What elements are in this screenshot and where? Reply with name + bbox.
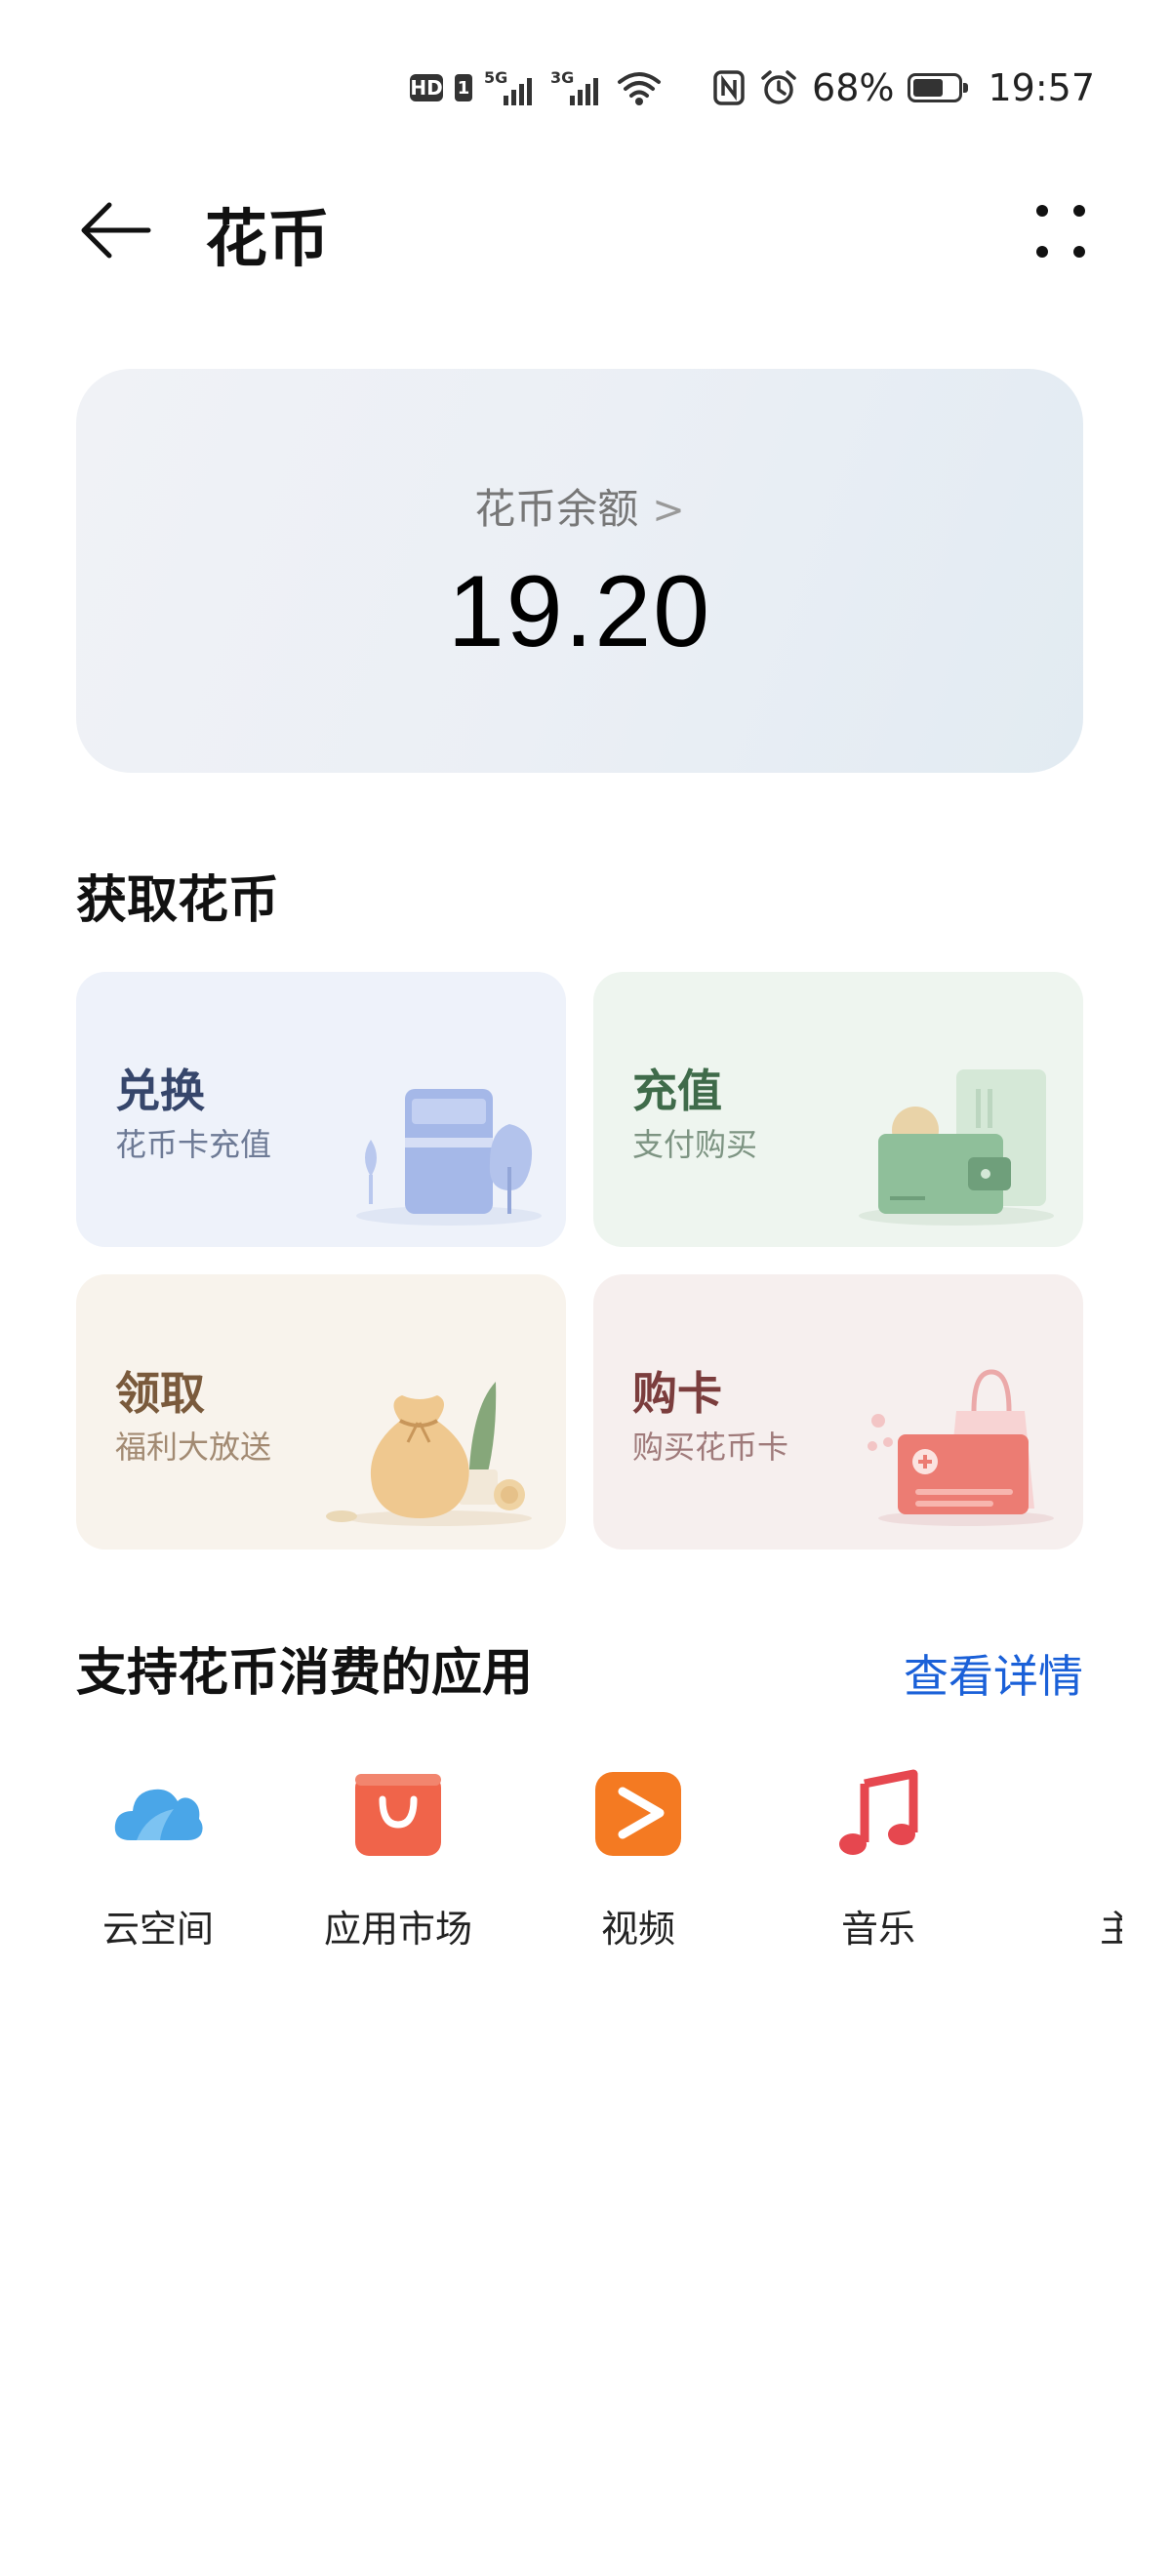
apps-row: 云空间 应用市场 视频 音乐 主 [0,1764,1122,1959]
tile-subtitle: 花币卡充值 [115,1126,272,1163]
tile-title: 购卡 [632,1367,722,1420]
hd-icon: HD [410,74,443,101]
sim-icon: 1 [455,74,472,101]
video-icon [595,1772,681,1856]
exchange-tile[interactable]: 兑换 花币卡充值 [76,972,566,1247]
app-label: 主 [1099,1908,1122,1951]
claim-tile[interactable]: 领取 福利大放送 [76,1274,566,1550]
balance-value: 19.20 [447,555,712,668]
app-label: 应用市场 [323,1908,472,1951]
status-left: HD 1 5G 3G [410,60,662,115]
battery-icon [908,73,969,102]
tile-title: 领取 [115,1367,205,1420]
app-market[interactable]: 应用市场 [281,1764,515,1952]
more-dots-icon [1036,205,1085,258]
tile-title: 兑换 [115,1065,205,1117]
balance-card[interactable]: 花币余额 > 19.20 [76,369,1083,773]
earn-section-title: 获取花币 [76,871,280,930]
app-music[interactable]: 音乐 [761,1764,995,1952]
battery-percent: 68% [812,66,895,109]
balance-label-row: 花币余额 > [76,476,1083,536]
app-market-icon [355,1774,441,1856]
status-bar: HD 1 5G 3G 68% 19:57 [0,0,1171,146]
app-video[interactable]: 视频 [521,1764,755,1952]
status-right: 68% 19:57 [712,60,1095,115]
app-header: 花币 [0,176,1171,283]
alarm-icon [761,70,796,104]
theme-icon [1070,1764,1122,1862]
app-theme[interactable]: 主 [1001,1764,1122,1952]
money-bag-illustration [326,1382,532,1526]
app-label: 视频 [600,1908,675,1951]
music-icon [839,1769,918,1855]
nfc-icon [713,70,745,105]
wifi-icon [618,72,661,105]
scan-card-illustration [356,1089,542,1226]
wallet-illustration [859,1069,1054,1226]
app-label: 音乐 [840,1908,915,1951]
gift-card-illustration [868,1369,1054,1526]
tile-subtitle: 支付购买 [632,1126,758,1163]
tile-subtitle: 购买花币卡 [632,1429,789,1466]
signal-3g-icon: 3G [550,68,605,107]
more-options-button[interactable] [1027,197,1095,265]
buy-card-tile[interactable]: 购卡 购买花币卡 [593,1274,1083,1550]
view-details-link[interactable]: 查看详情 [904,1641,1083,1706]
back-button[interactable] [76,191,154,269]
tile-subtitle: 福利大放送 [115,1429,272,1466]
page-title: 花币 [205,204,330,276]
app-cloud[interactable]: 云空间 [41,1764,275,1952]
signal-5g-icon: 5G [484,68,539,107]
chevron-right-icon: > [652,488,685,533]
back-arrow-icon [81,202,151,259]
apps-section-title: 支持花币消费的应用 [76,1644,534,1703]
tile-title: 充值 [632,1065,722,1117]
clock: 19:57 [988,66,1095,109]
cloud-icon [114,1789,203,1840]
recharge-tile[interactable]: 充值 支付购买 [593,972,1083,1247]
app-label: 云空间 [101,1908,214,1951]
balance-label: 花币余额 [474,485,639,533]
